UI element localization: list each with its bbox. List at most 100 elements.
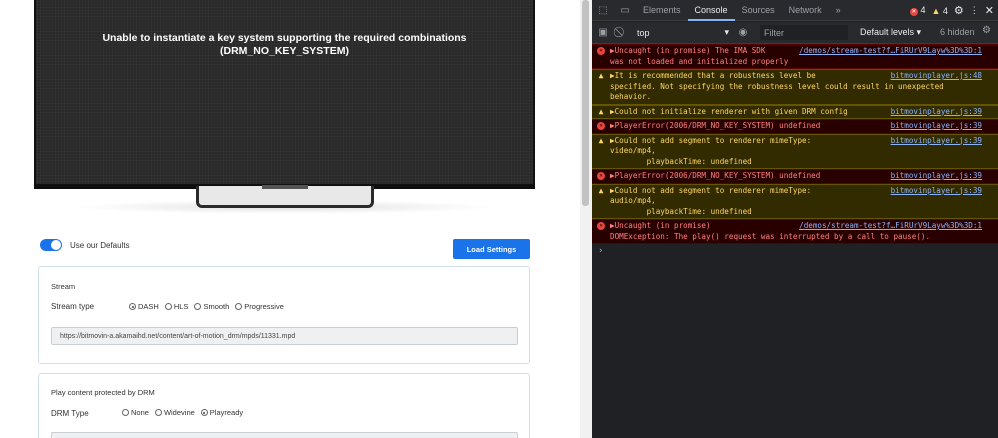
radio-smooth[interactable]: Smooth — [194, 302, 229, 311]
message-source-link[interactable]: /demos/stream-test?f…FiRUrV9Layw%3D%3D:1 — [799, 221, 982, 232]
radio-hls[interactable]: HLS — [164, 302, 189, 311]
message-source-link[interactable]: bitmovinplayer.js:39 — [891, 121, 982, 132]
message-source-link[interactable]: /demos/stream-test?f…FiRUrV9Layw%3D%3D:1 — [799, 46, 982, 57]
close-devtools-icon[interactable]: ✕ — [985, 4, 994, 17]
inspect-element-icon[interactable]: ⬚ — [592, 0, 614, 21]
page-scrollbar[interactable] — [580, 0, 592, 438]
message-source-link[interactable]: bitmovinplayer.js:39 — [891, 107, 982, 118]
drm-panel-title: Play content protected by DRM — [51, 388, 155, 397]
radio-playready[interactable]: Playready — [200, 408, 243, 417]
stream-type-radios: DASH HLS Smooth Progressive — [129, 302, 284, 311]
console-message[interactable]: ▲ bitmovinplayer.js:48 ▶It is recommende… — [592, 69, 998, 105]
console-message[interactable]: ▲ bitmovinplayer.js:39 ▶Could not add se… — [592, 133, 998, 169]
hidden-messages-count: 6 hidden — [940, 27, 975, 37]
radio-dash-label: DASH — [138, 302, 159, 311]
error-icon: ✕ — [597, 222, 605, 230]
radio-none-label: None — [131, 408, 149, 417]
player-error-line1: Unable to instantiate a key system suppo… — [102, 32, 467, 44]
settings-gear-icon[interactable]: ⚙ — [954, 4, 964, 17]
log-levels-dropdown[interactable]: Default levels ▾ — [860, 27, 921, 38]
use-defaults-row: Use our Defaults — [40, 238, 130, 252]
use-defaults-toggle[interactable] — [40, 239, 62, 251]
console-messages: ✕ /demos/stream-test?f…FiRUrV9Layw%3D%3D… — [592, 44, 998, 257]
error-counter[interactable]: ✕ 4 — [909, 5, 925, 16]
context-value: top — [637, 27, 650, 38]
radio-smooth-dot[interactable] — [194, 303, 202, 310]
radio-hls-dot[interactable] — [164, 303, 172, 310]
message-source-link[interactable]: bitmovinplayer.js:39 — [891, 186, 982, 197]
tv-stand — [196, 186, 374, 208]
device-toolbar-icon[interactable]: ▭ — [614, 0, 636, 21]
player-error-line2: (DRM_NO_KEY_SYSTEM) — [220, 45, 349, 57]
page-scrollbar-thumb[interactable] — [582, 0, 589, 206]
drm-license-input[interactable] — [51, 432, 518, 438]
filter-input[interactable]: Filter — [760, 25, 848, 40]
devtools-status: ✕ 4 ▲ 4 ⚙ ⋮ ✕ — [909, 0, 994, 21]
message-source-link[interactable]: bitmovinplayer.js:39 — [891, 136, 982, 147]
warning-icon: ▲ — [931, 5, 941, 16]
console-message[interactable]: ✕ bitmovinplayer.js:39 ▶PlayerError(2006… — [592, 169, 998, 184]
player-error-message: Unable to instantiate a key system suppo… — [36, 32, 533, 58]
warning-icon: ▲ — [598, 106, 604, 116]
video-player[interactable]: Unable to instantiate a key system suppo… — [34, 0, 535, 186]
radio-smooth-label: Smooth — [203, 302, 230, 311]
stream-type-label: Stream type — [51, 302, 95, 311]
message-source-link[interactable]: bitmovinplayer.js:48 — [891, 71, 982, 82]
console-prompt[interactable]: › — [592, 246, 998, 257]
sidebar-toggle-icon[interactable]: ▣ — [592, 22, 614, 43]
warning-icon: ▲ — [598, 135, 604, 145]
radio-progressive-dot[interactable] — [235, 303, 243, 310]
console-message[interactable]: ▲ bitmovinplayer.js:39 ▶Could not add se… — [592, 183, 998, 219]
chevron-down-icon: ▾ — [724, 27, 729, 37]
stream-panel: Stream Stream type DASH HLS Smooth Progr… — [38, 266, 530, 364]
console-toolbar: ▣ ⃠ top ▾ ◉ Filter Default levels ▾ 6 hi… — [592, 22, 998, 44]
radio-widevine[interactable]: Widevine — [154, 408, 195, 417]
more-options-icon[interactable]: ⋮ — [970, 5, 979, 16]
console-message[interactable]: ✕ /demos/stream-test?f…FiRUrV9Layw%3D%3D… — [592, 44, 998, 69]
screen: Unable to instantiate a key system suppo… — [0, 0, 998, 438]
radio-widevine-label: Widevine — [163, 408, 195, 417]
stream-url-input[interactable]: https://bitmovin-a.akamaihd.net/content/… — [51, 327, 518, 345]
context-selector[interactable]: top ▾ — [634, 25, 732, 40]
radio-dash-dot[interactable] — [129, 303, 136, 310]
console-message[interactable]: ▲ bitmovinplayer.js:39 ▶Could not initia… — [592, 104, 998, 119]
radio-widevine-dot[interactable] — [154, 409, 162, 416]
console-message[interactable]: ✕ bitmovinplayer.js:39 ▶PlayerError(2006… — [592, 119, 998, 134]
load-settings-button[interactable]: Load Settings — [453, 239, 530, 259]
more-tabs-button[interactable]: » — [829, 0, 848, 21]
console-settings-icon[interactable]: ⚙ — [982, 25, 991, 36]
radio-progressive-label: Progressive — [244, 302, 284, 311]
message-source-link[interactable]: bitmovinplayer.js:39 — [891, 171, 982, 182]
tab-console[interactable]: Console — [687, 0, 735, 21]
warning-counter[interactable]: ▲ 4 — [931, 6, 947, 16]
drm-type-radios: None Widevine Playready — [122, 408, 243, 417]
error-icon: ✕ — [597, 122, 605, 130]
use-defaults-label: Use our Defaults — [70, 240, 130, 250]
radio-none[interactable]: None — [122, 408, 149, 417]
drm-type-label: DRM Type — [51, 409, 89, 418]
console-message[interactable]: ✕ /demos/stream-test?f…FiRUrV9Layw%3D%3D… — [592, 219, 998, 244]
warning-icon: ▲ — [598, 185, 604, 195]
demo-page: Unable to instantiate a key system suppo… — [0, 0, 580, 438]
radio-progressive[interactable]: Progressive — [235, 302, 284, 311]
error-icon: ✕ — [597, 172, 605, 180]
warning-icon: ▲ — [598, 71, 604, 80]
radio-none-dot[interactable] — [122, 409, 129, 416]
toggle-knob — [51, 240, 61, 250]
warning-count: 4 — [942, 5, 948, 16]
tab-sources[interactable]: Sources — [735, 0, 782, 21]
radio-dash[interactable]: DASH — [129, 302, 159, 311]
tab-network[interactable]: Network — [782, 0, 829, 21]
radio-hls-label: HLS — [173, 302, 189, 311]
error-icon: ✕ — [597, 47, 605, 55]
tab-elements[interactable]: Elements — [636, 0, 688, 21]
drm-panel: Play content protected by DRM DRM Type N… — [38, 373, 530, 438]
stream-panel-title: Stream — [51, 282, 76, 291]
clear-console-icon[interactable]: ⃠ — [614, 22, 628, 43]
devtools-panel: ⬚ ▭ Elements Console Sources Network » ✕… — [592, 0, 998, 438]
devtools-tabbar: ⬚ ▭ Elements Console Sources Network » ✕… — [592, 0, 998, 21]
eye-icon[interactable]: ◉ — [732, 22, 754, 43]
tv-stand-neck — [262, 185, 308, 189]
radio-playready-dot[interactable] — [200, 409, 208, 416]
error-icon: ✕ — [909, 8, 918, 16]
